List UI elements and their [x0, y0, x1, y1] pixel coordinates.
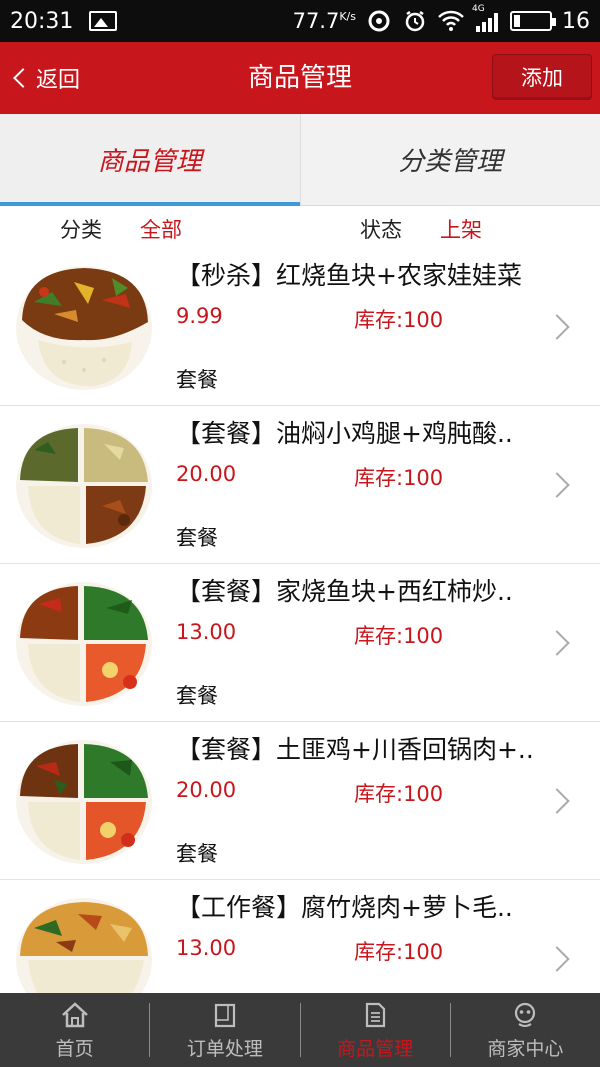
product-stock: 库存:100 [354, 782, 444, 806]
network-speed: 77.7K/s [293, 9, 356, 33]
nav-orders[interactable]: 订单处理 [150, 993, 299, 1067]
product-name: 【套餐】家烧鱼块+西红柿炒.. [176, 577, 513, 606]
order-icon [214, 1003, 235, 1027]
category-filter-label: 分类 [60, 218, 102, 242]
merchant-icon [515, 1002, 536, 1027]
chevron-right-icon [544, 314, 570, 340]
product-stock: 库存:100 [354, 308, 444, 332]
status-time: 20:31 [10, 8, 74, 34]
product-name: 【工作餐】腐竹烧肉+萝卜毛.. [176, 893, 513, 922]
list-item[interactable]: 【工作餐】腐竹烧肉+萝卜毛.. 13.00 库存:100 [0, 880, 600, 993]
product-name: 【套餐】油焖小鸡腿+鸡肫酸.. [176, 419, 513, 448]
battery-level: 16 [562, 8, 590, 34]
list-item[interactable]: 【套餐】油焖小鸡腿+鸡肫酸.. 20.00 库存:100 套餐 [0, 406, 600, 564]
tab-product-management[interactable]: 商品管理 [0, 114, 300, 206]
chevron-right-icon [544, 472, 570, 498]
meal-photo-1 [16, 266, 152, 390]
product-price: 20.00 [176, 462, 237, 486]
product-list: 【秒杀】红烧鱼块+农家娃娃菜 9.99 库存:100 套餐 【套餐】油焖小鸡腿+… [0, 248, 600, 993]
list-item[interactable]: 【秒杀】红烧鱼块+农家娃娃菜 9.99 库存:100 套餐 [0, 248, 600, 406]
product-type: 套餐 [176, 842, 218, 866]
image-notification-icon [89, 11, 118, 31]
product-price: 13.00 [176, 620, 237, 644]
meal-photo-4 [16, 740, 152, 864]
list-item[interactable]: 【套餐】家烧鱼块+西红柿炒.. 13.00 库存:100 套餐 [0, 564, 600, 722]
category-filter-value[interactable]: 全部 [140, 214, 182, 244]
product-price: 9.99 [176, 304, 223, 328]
network-type: 4G [472, 4, 485, 14]
list-item[interactable]: 【套餐】土匪鸡+川香回锅肉+.. 20.00 库存:100 套餐 [0, 722, 600, 880]
nav-home-label: 首页 [55, 1037, 94, 1060]
product-price: 20.00 [176, 778, 237, 802]
nav-products-label: 商品管理 [337, 1037, 414, 1060]
product-price: 13.00 [176, 936, 237, 960]
filter-row: 分类 全部 状态 上架 [0, 206, 600, 248]
tab-bar: 商品管理 分类管理 [0, 114, 600, 206]
meal-photo-5 [16, 898, 152, 993]
nav-home[interactable]: 首页 [0, 993, 149, 1067]
home-icon [61, 1001, 88, 1027]
product-stock: 库存:100 [354, 466, 444, 490]
wifi-icon [438, 8, 464, 34]
nav-merchant-label: 商家中心 [487, 1037, 564, 1060]
product-type: 套餐 [176, 526, 218, 550]
nav-merchant[interactable]: 商家中心 [451, 993, 600, 1067]
meal-photo-3 [16, 582, 152, 706]
add-button[interactable]: 添加 [492, 54, 592, 100]
chevron-right-icon [544, 788, 570, 814]
chevron-right-icon [544, 946, 570, 972]
document-icon [366, 1002, 386, 1027]
bottom-nav: 首页 订单处理 商品管理 商家中心 [0, 993, 600, 1067]
battery-icon [510, 11, 556, 31]
status-right: 77.7K/s 4G 16 [293, 4, 590, 34]
product-name: 【套餐】土匪鸡+川香回锅肉+.. [176, 735, 534, 764]
product-type: 套餐 [176, 368, 218, 392]
alarm-icon [402, 8, 428, 34]
product-stock: 库存:100 [354, 940, 444, 964]
product-name: 【秒杀】红烧鱼块+农家娃娃菜 [176, 261, 522, 290]
chevron-right-icon [544, 630, 570, 656]
sync-icon [366, 8, 392, 34]
network-speed-unit: K/s [339, 10, 356, 23]
nav-orders-label: 订单处理 [186, 1037, 263, 1060]
product-type: 套餐 [176, 684, 218, 708]
status-filter-value[interactable]: 上架 [440, 214, 482, 244]
title-bar: 返回 商品管理 添加 [0, 42, 600, 114]
product-stock: 库存:100 [354, 624, 444, 648]
cell-signal-icon: 4G [472, 4, 500, 34]
meal-photo-2 [16, 424, 152, 548]
tab-category-management[interactable]: 分类管理 [301, 114, 600, 205]
status-filter-label: 状态 [360, 218, 402, 242]
network-speed-value: 77.7 [292, 9, 340, 33]
status-bar: 20:31 77.7K/s 4G 16 [0, 0, 600, 42]
nav-products[interactable]: 商品管理 [301, 993, 450, 1067]
